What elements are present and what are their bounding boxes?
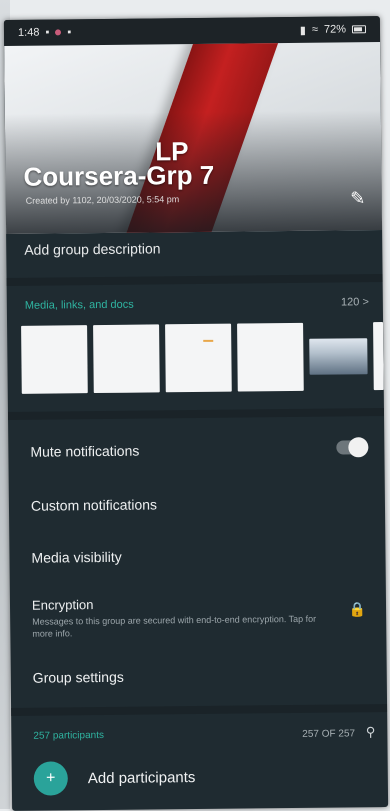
participants-count: 257 OF 257 [302, 728, 356, 740]
add-participants-label: Add participants [87, 768, 196, 787]
participants-label: 257 participants [33, 729, 105, 742]
group-header[interactable]: LP Coursera-Grp 7 Created by 1102, 20/03… [4, 42, 383, 234]
participants-count-wrap: 257 OF 257 ⚲ [302, 724, 375, 741]
custom-notifications[interactable]: Custom notifications [31, 494, 369, 513]
media-count: 120 > [340, 296, 369, 309]
section-divider [7, 408, 385, 420]
wifi-icon: ≈ [311, 23, 319, 36]
thumb-mark [203, 339, 214, 342]
status-time: 1:48 [17, 26, 40, 39]
status-bar: 1:48 ▪ ▪ ▮ ≈ 72% [3, 16, 381, 46]
media-thumbnail[interactable] [21, 325, 88, 394]
search-icon[interactable]: ⚲ [366, 724, 376, 739]
add-group-description[interactable]: Add group description [6, 238, 382, 258]
add-participants-row[interactable]: + Add participants [33, 760, 196, 796]
notification-dot-icon [55, 29, 62, 36]
lock-icon: 🔒 [348, 601, 367, 618]
media-thumbnails [21, 322, 384, 396]
media-thumbnail-image[interactable] [309, 338, 368, 375]
add-person-icon: + [33, 761, 68, 796]
toggle-knob [348, 437, 369, 458]
encryption-subtitle: Messages to this group are secured with … [32, 613, 317, 639]
media-thumbnail[interactable] [165, 323, 232, 393]
status-left: 1:48 ▪ ▪ [18, 26, 71, 39]
created-by-text: Created by 1102, 20/03/2020, 5:54 pm [25, 194, 180, 206]
battery-icon [351, 25, 367, 34]
notification-icon: ▪ [67, 26, 72, 39]
section-divider [6, 274, 383, 286]
edit-pencil-icon[interactable]: ✎ [348, 188, 368, 208]
group-title: Coursera-Grp 7 [23, 159, 215, 192]
media-thumbnail[interactable] [93, 324, 160, 394]
notification-icon: ▪ [45, 26, 50, 39]
media-thumbnail[interactable] [237, 322, 304, 392]
signal-icon: ▮ [299, 24, 306, 37]
section-divider [11, 704, 388, 716]
status-right: ▮ ≈ 72% [299, 23, 367, 37]
media-visibility[interactable]: Media visibility [31, 546, 369, 566]
group-settings[interactable]: Group settings [33, 666, 371, 686]
mute-notifications[interactable]: Mute notifications [30, 440, 368, 460]
participants-header: 257 participants 257 OF 257 ⚲ [33, 724, 375, 744]
media-thumbnail[interactable] [373, 322, 384, 391]
media-links-docs-label: Media, links, and docs [24, 298, 134, 312]
media-section-header[interactable]: Media, links, and docs 120 > [25, 296, 369, 312]
group-info-screen: 1:48 ▪ ▪ ▮ ≈ 72% LP Coursera-Grp 7 Creat… [3, 16, 389, 811]
mute-toggle[interactable] [336, 437, 369, 458]
battery-level: 72% [323, 23, 347, 36]
encryption-title[interactable]: Encryption [32, 594, 370, 613]
